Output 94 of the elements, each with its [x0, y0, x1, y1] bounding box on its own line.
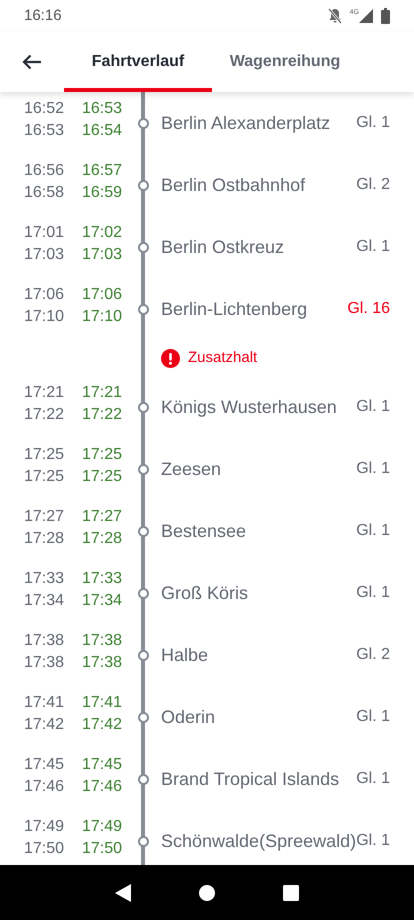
platform-label: Gl. 1 [356, 397, 390, 417]
actual-time: 17:27 [82, 508, 122, 525]
station-name: Halbe [161, 644, 208, 666]
planned-time: 17:06 [24, 285, 66, 305]
actual-time: 17:06 [82, 286, 122, 303]
stop-marker [138, 774, 148, 784]
stop-marker [138, 180, 148, 190]
station-name: Oderin [161, 706, 216, 728]
planned-time: 17:34 [24, 591, 66, 611]
bell-off-icon [328, 8, 342, 24]
platform-label: Gl. 1 [356, 521, 390, 541]
platform-label: Gl. 1 [356, 769, 390, 789]
station-name: Berlin Alexanderplatz [161, 112, 330, 134]
recents-nav-icon[interactable] [283, 884, 299, 900]
planned-time: 17:21 [24, 383, 66, 403]
warning-icon [161, 348, 180, 368]
stop-marker [138, 650, 148, 660]
battery-icon [381, 8, 390, 24]
planned-time: 16:53 [24, 121, 66, 141]
station-name: Zeesen [161, 458, 222, 480]
planned-time: 17:25 [24, 467, 66, 487]
planned-time: 17:03 [24, 245, 66, 265]
home-nav-icon[interactable] [199, 884, 215, 900]
planned-time: 17:46 [24, 777, 66, 797]
station-name: Bestensee [161, 520, 246, 542]
station-name: Königs Wusterhausen [161, 396, 337, 418]
actual-time: 16:59 [82, 184, 122, 201]
actual-time: 17:33 [82, 570, 122, 587]
planned-time: 17:10 [24, 307, 66, 327]
planned-time: 17:42 [24, 715, 66, 735]
actual-time: 17:49 [82, 818, 122, 835]
stop-marker [138, 402, 148, 412]
planned-time: 16:52 [24, 99, 66, 119]
platform-label: Gl. 1 [356, 237, 390, 257]
status-time: 16:16 [24, 6, 62, 26]
stop-marker [138, 304, 148, 314]
actual-time: 17:45 [82, 756, 122, 773]
stop-marker [138, 712, 148, 722]
platform-label: Gl. 16 [347, 299, 390, 319]
platform-label: Gl. 1 [356, 831, 390, 851]
planned-time: 17:38 [24, 631, 66, 651]
actual-time: 17:41 [82, 694, 122, 711]
actual-time: 17:38 [82, 654, 122, 671]
planned-time: 16:58 [24, 183, 66, 203]
actual-time: 17:25 [82, 468, 122, 485]
stop-marker [138, 588, 148, 598]
station-name: Berlin Ostkreuz [161, 236, 284, 258]
actual-time: 16:53 [82, 100, 122, 117]
actual-time: 17:25 [82, 446, 122, 463]
stop-marker [138, 836, 148, 846]
platform-label: Gl. 2 [356, 175, 390, 195]
station-name: Berlin-Lichtenberg [161, 298, 308, 320]
back-nav-icon[interactable] [115, 884, 131, 902]
tab[interactable]: Wagenreihung [212, 32, 358, 92]
stop-marker [138, 464, 148, 474]
actual-time: 17:38 [82, 632, 122, 649]
planned-time: 17:22 [24, 405, 66, 425]
actual-time: 17:28 [82, 530, 122, 547]
planned-time: 17:38 [24, 653, 66, 673]
actual-time: 17:22 [82, 406, 122, 423]
platform-label: Gl. 1 [356, 459, 390, 479]
back-icon [22, 54, 42, 70]
planned-time: 17:28 [24, 529, 66, 549]
planned-time: 17:25 [24, 445, 66, 465]
stop-marker [138, 526, 148, 536]
note-text: Zusatzhalt [188, 348, 258, 368]
platform-label: Gl. 1 [356, 583, 390, 603]
actual-time: 17:34 [82, 592, 122, 609]
actual-time: 17:21 [82, 384, 122, 401]
actual-time: 17:03 [82, 246, 122, 263]
stop-marker [138, 242, 148, 252]
planned-time: 17:50 [24, 839, 66, 859]
planned-time: 17:27 [24, 507, 66, 527]
planned-time: 17:41 [24, 693, 66, 713]
planned-time: 17:49 [24, 817, 66, 837]
station-name: Brand Tropical Islands [161, 768, 340, 790]
actual-time: 16:57 [82, 162, 122, 179]
actual-time: 17:50 [82, 840, 122, 857]
station-name: Schönwalde(Spreewald) [161, 830, 356, 852]
platform-label: Gl. 1 [356, 113, 390, 133]
actual-time: 16:54 [82, 122, 122, 139]
planned-time: 16:56 [24, 161, 66, 181]
station-name: Groß Köris [161, 582, 248, 604]
planned-time: 17:45 [24, 755, 66, 775]
actual-time: 17:02 [82, 224, 122, 241]
actual-time: 17:10 [82, 308, 122, 325]
stop-marker [138, 118, 148, 128]
platform-label: Gl. 2 [356, 645, 390, 665]
planned-time: 17:01 [24, 223, 66, 243]
station-name: Berlin Ostbahnhof [161, 174, 306, 196]
actual-time: 17:46 [82, 778, 122, 795]
planned-time: 17:33 [24, 569, 66, 589]
actual-time: 17:42 [82, 716, 122, 733]
platform-label: Gl. 1 [356, 707, 390, 727]
